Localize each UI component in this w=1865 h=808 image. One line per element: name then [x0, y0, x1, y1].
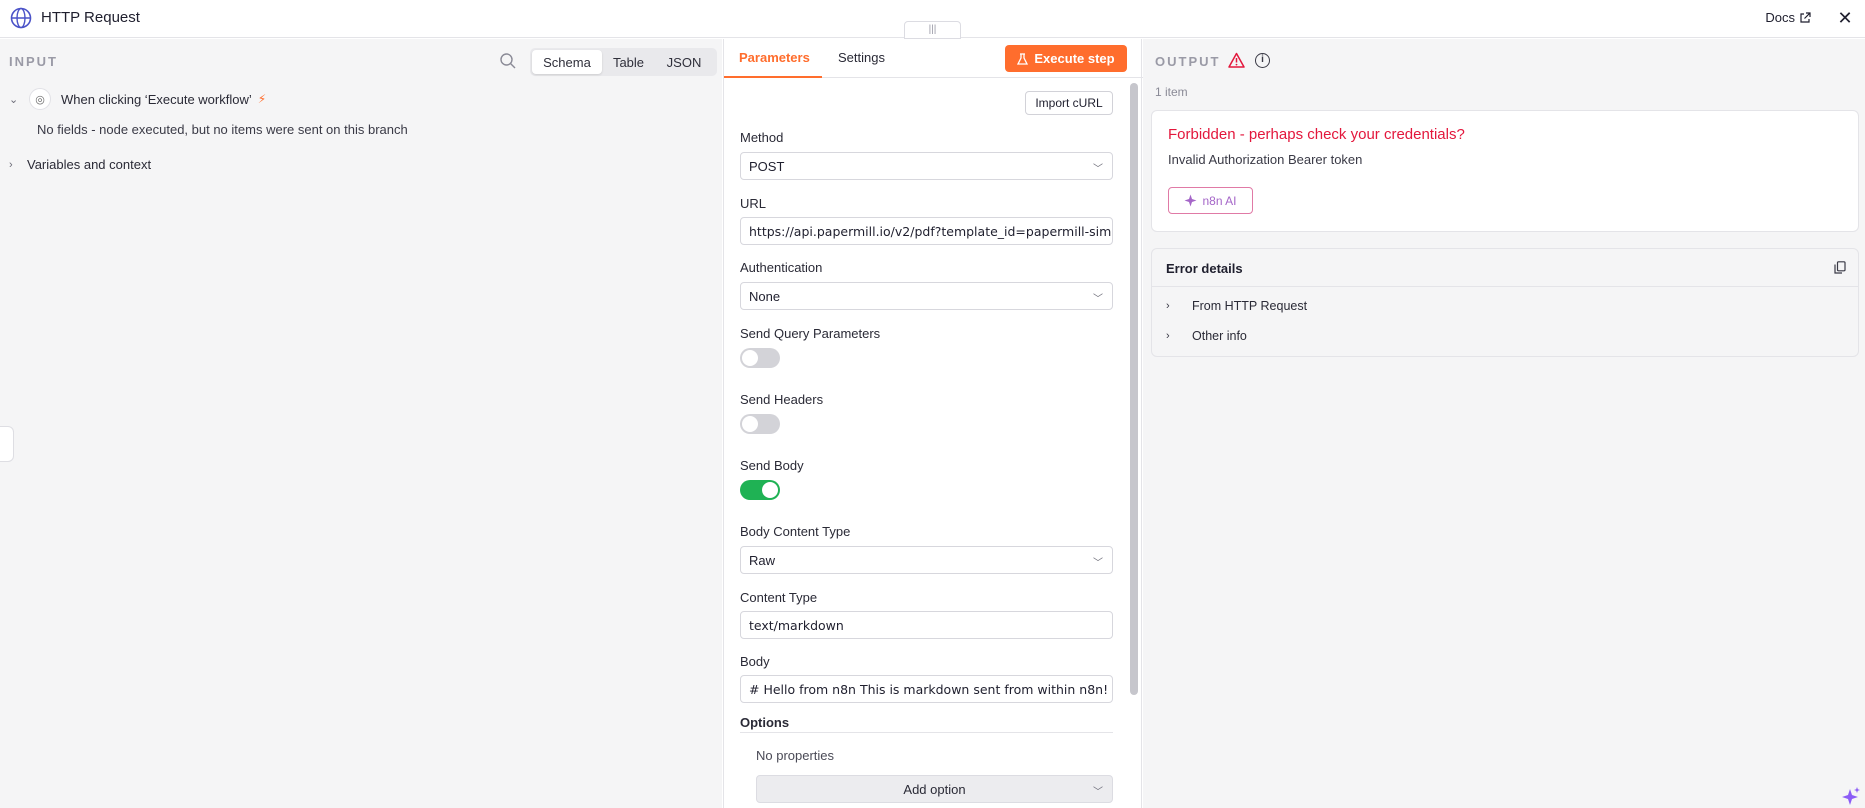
method-value: POST	[749, 158, 785, 174]
add-option-button[interactable]: Add option ﹀	[756, 775, 1113, 803]
cursor-click-icon: ◎	[29, 88, 51, 110]
copy-icon[interactable]	[1834, 261, 1846, 274]
no-properties-text: No properties	[756, 748, 835, 763]
send-body-label: Send Body	[740, 458, 804, 473]
authentication-label: Authentication	[740, 260, 823, 275]
output-panel: OUTPUT i 1 item Forbidden - perhaps chec…	[1143, 39, 1865, 808]
error-details-card: Error details › From HTTP Request › Othe…	[1151, 248, 1859, 357]
options-label: Options	[740, 715, 790, 730]
search-icon[interactable]	[499, 52, 517, 70]
variables-label: Variables and context	[27, 157, 152, 172]
view-table-tab[interactable]: Table	[602, 50, 655, 74]
chevron-down-icon: ﹀	[1093, 294, 1103, 305]
content-type-value: text/markdown	[749, 617, 844, 633]
send-query-toggle[interactable]	[740, 348, 780, 368]
add-option-label: Add option	[903, 781, 966, 797]
view-mode-switch: Schema Table JSON	[530, 48, 717, 76]
error-detail-row[interactable]: › From HTTP Request	[1166, 299, 1307, 313]
flask-icon	[1017, 52, 1029, 65]
import-curl-button[interactable]: Import cURL	[1025, 91, 1113, 115]
send-headers-toggle[interactable]	[740, 414, 780, 434]
docs-link[interactable]: Docs	[1765, 10, 1811, 25]
trigger-label: When clicking ‘Execute workflow’	[61, 91, 252, 107]
method-label: Method	[740, 130, 784, 145]
authentication-value: None	[749, 288, 781, 304]
authentication-select[interactable]: None ﹀	[740, 282, 1113, 310]
content-type-input[interactable]: text/markdown	[740, 611, 1113, 639]
lightning-icon: ⚡	[257, 92, 267, 106]
output-heading: OUTPUT	[1155, 54, 1221, 69]
n8n-ai-label: n8n AI	[1202, 193, 1237, 208]
body-input[interactable]: # Hello from n8n This is markdown sent f…	[740, 675, 1113, 703]
tab-settings[interactable]: Settings	[838, 50, 885, 65]
error-title: Forbidden - perhaps check your credentia…	[1168, 126, 1465, 143]
toggle-knob	[762, 482, 778, 498]
input-heading: INPUT	[9, 54, 58, 69]
param-tabs: Parameters Settings Execute step	[724, 39, 1143, 78]
error-detail-label: Other info	[1192, 329, 1247, 343]
parameters-panel: Parameters Settings Execute step Import …	[723, 39, 1143, 808]
view-schema-tab[interactable]: Schema	[532, 50, 602, 74]
sparkle-icon[interactable]	[1840, 786, 1862, 808]
panel-toggle-handle[interactable]	[0, 426, 14, 462]
body-value: # Hello from n8n This is markdown sent f…	[749, 681, 1109, 697]
send-headers-label: Send Headers	[740, 392, 824, 407]
input-panel: INPUT Schema Table JSON ⌄ ◎ When clickin…	[0, 39, 722, 808]
content-type-label: Content Type	[740, 590, 818, 605]
url-label: URL	[740, 196, 767, 211]
options-divider	[740, 732, 1113, 733]
toggle-knob	[742, 350, 758, 366]
active-tab-indicator	[724, 76, 822, 78]
chevron-down-icon: ﹀	[1093, 164, 1103, 175]
variables-row[interactable]: › Variables and context	[9, 157, 151, 172]
node-title: HTTP Request	[41, 9, 140, 26]
chevron-down-icon: ⌄	[9, 94, 19, 106]
method-select[interactable]: POST ﹀	[740, 152, 1113, 180]
error-detail-label: From HTTP Request	[1192, 299, 1308, 313]
error-details-title: Error details	[1166, 261, 1243, 276]
view-json-tab[interactable]: JSON	[655, 50, 713, 74]
globe-icon	[10, 7, 32, 29]
docs-label: Docs	[1765, 10, 1795, 25]
sparkle-icon	[1184, 194, 1197, 207]
info-icon[interactable]: i	[1255, 53, 1270, 68]
body-content-type-value: Raw	[749, 552, 776, 568]
error-detail-row[interactable]: › Other info	[1166, 329, 1247, 343]
chevron-right-icon: ›	[9, 158, 13, 171]
execute-step-button[interactable]: Execute step	[1005, 45, 1127, 72]
error-card: Forbidden - perhaps check your credentia…	[1151, 110, 1859, 232]
url-value: https://api.papermill.io/v2/pdf?template…	[749, 223, 1113, 239]
trigger-node-row[interactable]: ⌄ ◎ When clicking ‘Execute workflow’ ⚡	[9, 88, 266, 110]
execute-step-label: Execute step	[1034, 51, 1115, 66]
body-content-type-label: Body Content Type	[740, 524, 851, 539]
toggle-knob	[742, 416, 758, 432]
panel-drag-handle[interactable]: |||	[904, 21, 961, 39]
body-label: Body	[740, 654, 770, 669]
error-details-header: Error details	[1152, 249, 1858, 287]
external-link-icon	[1800, 11, 1811, 23]
error-message: Invalid Authorization Bearer token	[1168, 152, 1363, 167]
close-icon[interactable]: ✕	[1835, 8, 1855, 28]
chevron-down-icon: ﹀	[1093, 558, 1103, 569]
n8n-ai-button[interactable]: n8n AI	[1168, 187, 1253, 214]
chevron-right-icon: ›	[1166, 300, 1170, 312]
warning-icon	[1228, 52, 1245, 68]
item-count: 1 item	[1155, 85, 1188, 99]
send-body-toggle[interactable]	[740, 480, 780, 500]
chevron-down-icon: ﹀	[1093, 787, 1103, 798]
chevron-right-icon: ›	[1166, 330, 1170, 342]
scrollbar[interactable]	[1130, 83, 1138, 695]
send-query-label: Send Query Parameters	[740, 326, 881, 341]
empty-branch-message: No fields - node executed, but no items …	[37, 122, 408, 137]
body-content-type-select[interactable]: Raw ﹀	[740, 546, 1113, 574]
url-input[interactable]: https://api.papermill.io/v2/pdf?template…	[740, 217, 1113, 245]
tab-parameters[interactable]: Parameters	[739, 50, 810, 65]
